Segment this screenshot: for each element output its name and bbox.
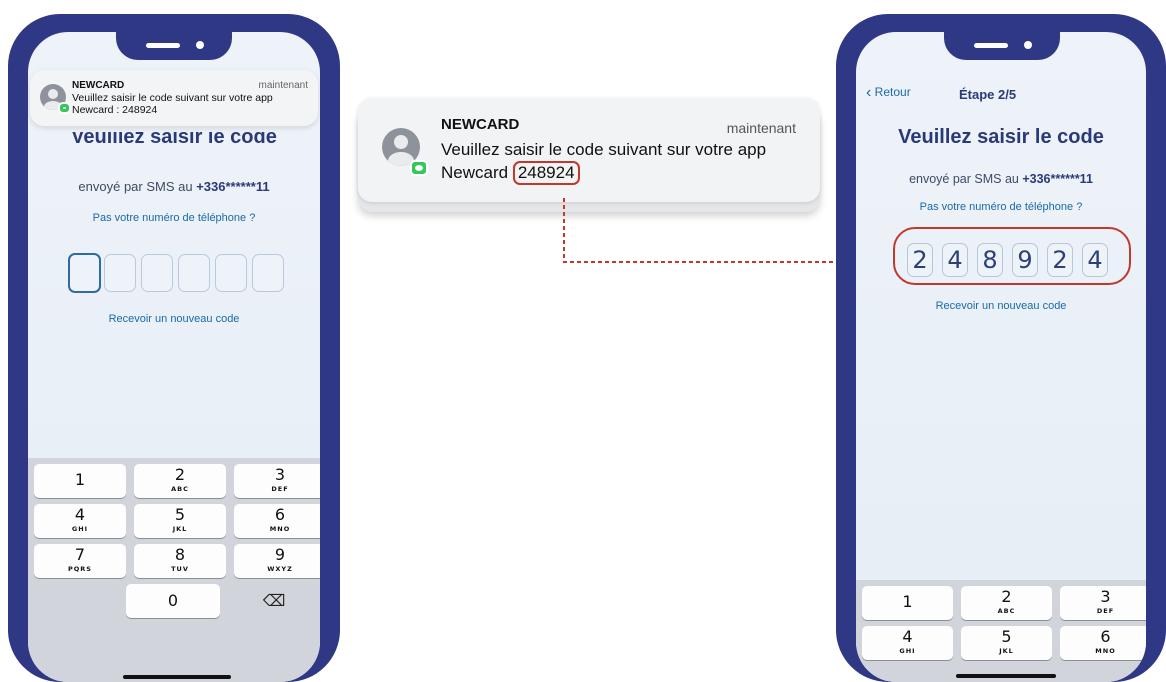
code-input-5[interactable] [215, 254, 247, 292]
notification-app-name: NEWCARD [72, 80, 125, 91]
key-5[interactable]: 5 JKL [134, 504, 226, 538]
left-phone-notch [116, 32, 232, 60]
resend-code-link[interactable]: Recevoir un nouveau code [28, 313, 320, 325]
key-digit: 1 [74, 470, 86, 489]
code-input-1[interactable] [68, 253, 101, 293]
zoomed-sms-notification[interactable]: NEWCARD maintenant Veuillez saisir le co… [358, 98, 820, 202]
key-7[interactable]: 7 PQRS [34, 544, 126, 578]
key-letters: DEF [271, 485, 289, 493]
code-input-4[interactable] [178, 254, 210, 292]
key-digit: 9 [274, 545, 286, 564]
code-digit-6[interactable]: 4 [1082, 243, 1108, 277]
sms-info: envoyé par SMS au +336******11 [28, 179, 320, 194]
step-indicator: Étape 2/5 [959, 87, 1017, 102]
sms-notification-banner[interactable]: NEWCARD maintenant Veuillez saisir le co… [30, 70, 318, 126]
key-6[interactable]: 6 MNO [1060, 626, 1146, 660]
key-letters: DEF [1096, 607, 1115, 615]
key-digit: 2 [1001, 587, 1012, 606]
phone-number: +336******11 [1022, 172, 1093, 186]
highlighted-code: 248924 [512, 161, 580, 185]
notification-line2: Newcard : 248924 [72, 104, 158, 116]
key-digit: 6 [1100, 627, 1111, 646]
notification-app-label: Newcard [441, 163, 513, 182]
key-digit: 5 [174, 505, 186, 524]
back-button[interactable]: ‹ Retour [866, 84, 911, 104]
sms-prefix: envoyé par SMS au [909, 172, 1023, 186]
key-digit: 4 [902, 627, 913, 646]
code-digit-3[interactable]: 8 [977, 243, 1003, 277]
code-input-2[interactable] [104, 254, 136, 292]
key-letters: MNO [269, 525, 291, 533]
key-digit: 1 [902, 592, 913, 611]
numeric-keypad: 1 2 ABC 3 DEF 4 GHI 5 JKL 6 MNO [856, 580, 1146, 682]
wrong-number-link[interactable]: Pas votre numéro de téléphone ? [856, 201, 1146, 213]
right-phone-notch [944, 32, 1060, 60]
key-2[interactable]: 2 ABC [134, 464, 226, 498]
notification-line2: Newcard 248924 [441, 161, 580, 185]
page-title: Veuillez saisir le code [898, 126, 1104, 148]
key-digit: 5 [1001, 627, 1012, 646]
key-3[interactable]: 3 DEF [1060, 586, 1146, 620]
code-input-3[interactable] [141, 254, 173, 292]
wrong-number-link[interactable]: Pas votre numéro de téléphone ? [28, 212, 320, 224]
key-1[interactable]: 1 [862, 586, 953, 620]
key-letters: GHI [71, 525, 89, 533]
key-letters: MNO [1095, 647, 1116, 655]
key-4[interactable]: 4 GHI [862, 626, 953, 660]
key-letters: JKL [172, 525, 188, 533]
left-phone-screen: NEWCARD maintenant Veuillez saisir le co… [28, 32, 320, 682]
chevron-left-icon: ‹ [866, 84, 872, 101]
key-1[interactable]: 1 [34, 464, 126, 498]
notification-time: maintenant [258, 80, 308, 91]
key-letters: ABC [171, 485, 189, 493]
right-phone-frame: ‹ Retour Étape 2/5 Veuillez saisir le co… [836, 14, 1166, 682]
left-phone-frame: NEWCARD maintenant Veuillez saisir le co… [8, 14, 340, 682]
key-letters: ABC [997, 607, 1016, 615]
notification-line1: Veuillez saisir le code suivant sur votr… [72, 92, 273, 104]
messages-icon [410, 160, 428, 176]
key-2[interactable]: 2 ABC [961, 586, 1052, 620]
key-3[interactable]: 3 DEF [234, 464, 320, 498]
key-digit: 3 [274, 465, 286, 484]
home-indicator [123, 675, 231, 679]
key-8[interactable]: 8 TUV [134, 544, 226, 578]
key-digit: 7 [74, 545, 86, 564]
key-digit: 8 [174, 545, 186, 564]
notification-app-name: NEWCARD [441, 116, 520, 133]
phone-number: +336******11 [196, 179, 270, 194]
resend-code-link[interactable]: Recevoir un nouveau code [856, 300, 1146, 312]
key-6[interactable]: 6 MNO [234, 504, 320, 538]
code-digit-2[interactable]: 4 [942, 243, 968, 277]
key-digit: 3 [1100, 587, 1111, 606]
home-indicator [956, 674, 1056, 678]
sms-prefix: envoyé par SMS au [78, 179, 197, 194]
code-digit-5[interactable]: 2 [1047, 243, 1073, 277]
key-4[interactable]: 4 GHI [34, 504, 126, 538]
delete-icon: ⌫ [262, 591, 286, 610]
key-letters: JKL [999, 647, 1014, 655]
key-letters: WXYZ [267, 565, 293, 573]
key-letters: GHI [899, 647, 916, 655]
code-digit-1[interactable]: 2 [907, 243, 933, 277]
key-digit: 6 [274, 505, 286, 524]
key-letters: TUV [171, 565, 189, 573]
back-label: Retour [874, 85, 911, 99]
notification-time: maintenant [726, 120, 796, 136]
key-5[interactable]: 5 JKL [961, 626, 1052, 660]
sms-info: envoyé par SMS au +336******11 [856, 172, 1146, 186]
page-title: Veuillez saisir le code [71, 126, 277, 148]
key-digit: 4 [74, 505, 86, 524]
numeric-keypad: 1 2 ABC 3 DEF 4 GHI 5 JKL 6 MNO 7 PQRS 8 TUV 9 WXYZ 0 ⌫ [28, 458, 320, 682]
key-digit: 2 [174, 465, 186, 484]
delete-key[interactable]: ⌫ [228, 584, 320, 618]
right-phone-screen: ‹ Retour Étape 2/5 Veuillez saisir le co… [856, 32, 1146, 682]
messages-icon [58, 102, 71, 114]
notification-line1: Veuillez saisir le code suivant sur votr… [441, 140, 767, 159]
code-digit-4[interactable]: 9 [1012, 243, 1038, 277]
key-0[interactable]: 0 [126, 584, 220, 618]
key-letters: PQRS [68, 565, 92, 573]
key-9[interactable]: 9 WXYZ [234, 544, 320, 578]
code-input-6[interactable] [252, 254, 284, 292]
